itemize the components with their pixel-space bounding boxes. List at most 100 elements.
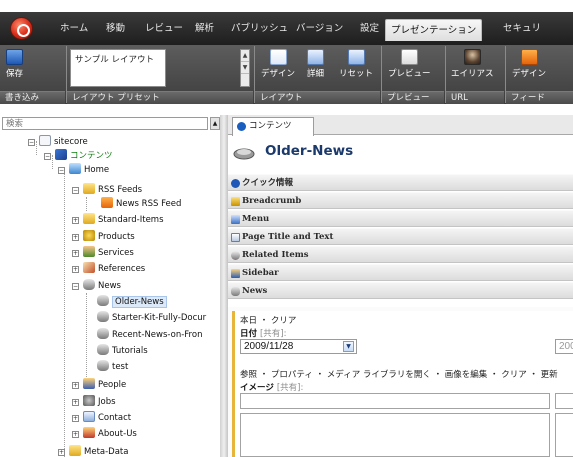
collapse-icon[interactable]: − (58, 167, 65, 174)
image-path-field[interactable] (240, 393, 550, 409)
section-breadcrumb[interactable]: Breadcrumb (228, 192, 573, 209)
tree-item-tutorials[interactable]: Tutorials (97, 344, 148, 358)
tab-security[interactable]: セキュリ (498, 18, 546, 40)
reset-label: リセット (339, 69, 374, 79)
news-icon (97, 344, 109, 355)
preview-button[interactable]: プレビュー (388, 49, 431, 79)
feed-design-button[interactable]: デザイン (512, 49, 546, 79)
search-input[interactable] (2, 117, 208, 130)
sidebar-icon (231, 269, 240, 278)
design-label: デザイン (261, 69, 296, 79)
section-news[interactable]: News (228, 282, 573, 299)
section-page-title[interactable]: Page Title and Text (228, 228, 573, 245)
tree-item-services[interactable]: + Services (72, 246, 134, 260)
news-section-body: 本日 ・ クリア 日付 [共有]: 2009/11/28 ▼ 200 参照 ・ … (228, 307, 573, 457)
tab-analyze[interactable]: 解析 (190, 18, 219, 40)
expand-icon[interactable]: + (58, 449, 65, 456)
tree-item-jobs[interactable]: + Jobs (72, 395, 116, 409)
tree-item-home[interactable]: − Home (58, 163, 109, 177)
layout-preset-scrollbar[interactable]: ▲ ▼ (240, 49, 250, 87)
collapse-icon[interactable]: − (72, 187, 79, 194)
time-field[interactable]: 200 (555, 339, 573, 354)
collapse-icon[interactable]: − (28, 139, 35, 146)
content-icon (237, 122, 246, 131)
section-related-items[interactable]: Related Items (228, 246, 573, 263)
jobs-icon (83, 395, 95, 406)
expand-icon[interactable]: + (72, 415, 79, 422)
tree-item-label: Recent-News-on-Fron (112, 330, 203, 340)
tab-publish[interactable]: パブリッシュ (226, 18, 293, 40)
tree-item-standard-items[interactable]: + Standard-Items (72, 213, 164, 227)
expand-icon[interactable]: + (72, 250, 79, 257)
news-icon (231, 287, 240, 296)
tab-configure[interactable]: 設定 (355, 18, 384, 40)
image-extra-field[interactable] (555, 393, 573, 409)
tab-versions[interactable]: バージョン (291, 18, 348, 40)
scroll-up-icon[interactable]: ▲ (241, 50, 249, 62)
news-icon (83, 279, 95, 290)
tree-item-label: RSS Feeds (98, 185, 143, 195)
image-label-text: イメージ (240, 383, 274, 393)
image-preview[interactable] (240, 413, 550, 457)
preview-page-icon (400, 49, 418, 65)
news-icon (97, 311, 109, 322)
chevron-down-icon[interactable]: ▼ (343, 341, 354, 352)
rss-icon (101, 197, 113, 208)
date-actions[interactable]: 本日 ・ クリア (240, 314, 296, 326)
tree-item-people[interactable]: + People (72, 378, 126, 392)
reset-button[interactable]: リセット (339, 49, 373, 79)
alias-label: エイリアス (451, 69, 494, 79)
tree-item-label: People (98, 380, 127, 390)
tree-item-about-us[interactable]: + About-Us (72, 427, 137, 441)
expand-icon[interactable]: + (72, 217, 79, 224)
home-icon (69, 163, 81, 174)
date-field[interactable]: 2009/11/28 (240, 339, 357, 354)
tree-item-older-news[interactable]: Older-News (97, 295, 167, 309)
image-actions[interactable]: 参照 ・ プロパティ ・ メディア ライブラリを開く ・ 画像を編集 ・ クリア… (240, 368, 558, 380)
tab-presentation[interactable]: プレゼンテーション (385, 19, 483, 41)
expand-icon[interactable]: + (72, 399, 79, 406)
tree-item-rss-feeds[interactable]: − RSS Feeds (72, 183, 142, 197)
ribbon-group-write: 保存 書き込み (0, 45, 65, 104)
tree-item-content[interactable]: − コンテンツ (44, 149, 113, 163)
alias-button[interactable]: エイリアス (451, 49, 494, 79)
tree-item-recent-news[interactable]: Recent-News-on-Fron (97, 328, 202, 342)
tree-item-starter-kit[interactable]: Starter-Kit-Fully-Docur (97, 311, 206, 325)
save-button[interactable]: 保存 (6, 49, 23, 79)
tree-item-news-rss-feed[interactable]: News RSS Feed (101, 197, 181, 211)
collapse-icon[interactable]: − (72, 283, 79, 290)
section-sidebar[interactable]: Sidebar (228, 264, 573, 281)
section-label: Menu (242, 214, 270, 224)
tree-item-sitecore[interactable]: − sitecore (28, 135, 88, 149)
tab-home[interactable]: ホーム (55, 18, 93, 40)
tree-item-news[interactable]: − News (72, 279, 121, 293)
tree-item-references[interactable]: + References (72, 262, 145, 276)
content-icon (55, 149, 67, 160)
expand-icon[interactable]: + (72, 431, 79, 438)
tree-item-label: Jobs (98, 397, 116, 407)
expand-icon[interactable]: + (72, 382, 79, 389)
tree-item-test[interactable]: test (97, 360, 128, 374)
tree-item-meta-data[interactable]: + Meta-Data (58, 445, 128, 457)
tree-line (86, 293, 87, 379)
shared-tag: [共有]: (259, 329, 287, 339)
section-menu[interactable]: Menu (228, 210, 573, 227)
scroll-up-icon[interactable]: ▲ (210, 117, 220, 130)
design-button[interactable]: デザイン (261, 49, 295, 79)
tree-item-label: Tutorials (112, 346, 148, 356)
section-quick-info[interactable]: クイック情報 (228, 174, 573, 191)
expand-icon[interactable]: + (72, 266, 79, 273)
scroll-down-icon[interactable]: ▼ (241, 62, 249, 74)
application-orb-icon[interactable] (10, 17, 33, 40)
tree-item-contact[interactable]: + Contact (72, 411, 131, 425)
tree-item-products[interactable]: + Products (72, 230, 135, 244)
tree-item-label: Meta-Data (84, 447, 129, 457)
layout-preset-select[interactable]: サンプル レイアウト (70, 49, 166, 87)
expand-icon[interactable]: + (72, 234, 79, 241)
tab-review[interactable]: レビュー (140, 18, 188, 40)
collapse-icon[interactable]: − (44, 153, 51, 160)
tab-navigate[interactable]: 移動 (101, 18, 130, 40)
pane-splitter[interactable] (220, 115, 228, 457)
tab-content[interactable]: コンテンツ (232, 117, 314, 136)
details-button[interactable]: 詳細 (307, 49, 324, 79)
